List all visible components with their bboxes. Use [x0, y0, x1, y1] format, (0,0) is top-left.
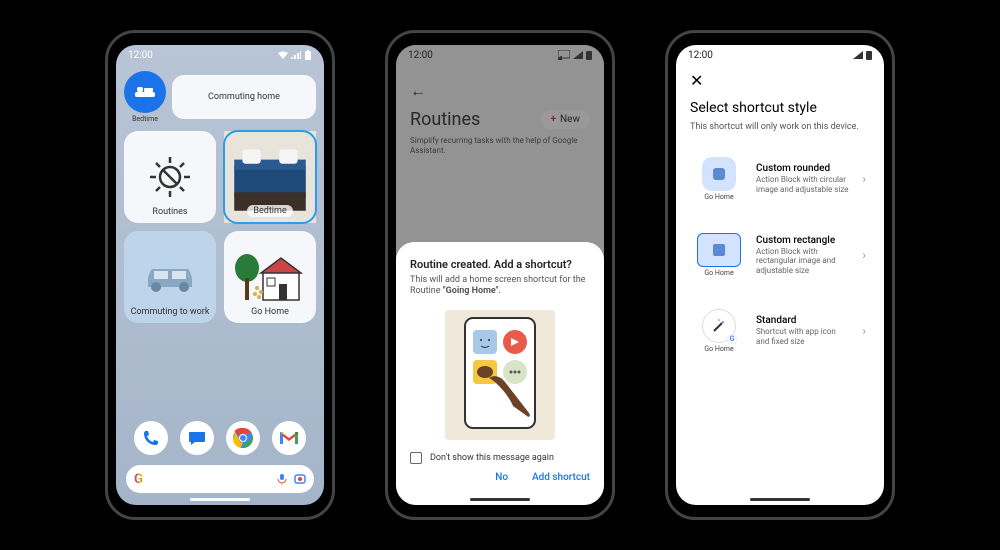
go-home-label: Go Home	[251, 307, 289, 317]
chevron-right-icon: ›	[862, 324, 866, 338]
chevron-right-icon: ›	[862, 172, 866, 186]
lens-icon[interactable]	[294, 473, 306, 485]
commuting-home-widget[interactable]: Commuting home	[172, 75, 316, 119]
top-row: Bedtime Commuting home	[116, 71, 324, 123]
commuting-work-widget[interactable]: Commuting to work	[124, 231, 216, 323]
dialog-scrim[interactable]: Routine created. Add a shortcut? This wi…	[396, 45, 604, 505]
chrome-app-icon[interactable]	[226, 421, 260, 455]
phone-routines-dialog: 12:00 ← Routines + New Simplify recurrin…	[385, 30, 615, 520]
option-title: Custom rounded	[756, 163, 850, 174]
home-screen: 12:00 Bedtime Commuting home Routines	[116, 45, 324, 505]
bedtime-widget[interactable]: Bedtime	[224, 131, 316, 223]
option-title: Custom rectangle	[756, 235, 850, 246]
rounded-preview-icon	[713, 168, 725, 180]
status-time: 12:00	[688, 50, 713, 61]
option-title: Standard	[756, 315, 850, 326]
routines-widget[interactable]: Routines	[124, 131, 216, 223]
select-style-screen: 12:00 ✕ Select shortcut style This short…	[676, 45, 884, 505]
car-icon	[140, 257, 200, 297]
bedtime-shortcut[interactable]: Bedtime	[124, 71, 166, 123]
bed-icon	[135, 84, 155, 100]
signal-icon	[573, 51, 583, 59]
dialog-title: Routine created. Add a shortcut?	[410, 258, 590, 271]
routines-label: Routines	[152, 207, 187, 217]
search-bar[interactable]: G	[126, 465, 314, 493]
status-bar: 12:00	[116, 45, 324, 65]
status-icons	[853, 50, 872, 60]
dock	[116, 415, 324, 461]
chevron-right-icon: ›	[862, 248, 866, 262]
routines-sun-icon	[145, 152, 195, 202]
google-logo-icon: G	[134, 472, 143, 487]
add-shortcut-button[interactable]: Add shortcut	[532, 472, 590, 483]
battery-icon	[304, 50, 312, 60]
preview-label: Go Home	[704, 193, 733, 201]
status-time: 12:00	[408, 50, 433, 61]
checkbox-icon	[410, 452, 422, 464]
preview-label: Go Home	[704, 345, 733, 353]
dont-show-checkbox[interactable]: Don't show this message again	[410, 452, 590, 464]
option-standard[interactable]: G Go Home Standard Shortcut with app ico…	[690, 300, 870, 362]
no-button[interactable]: No	[495, 472, 508, 483]
commuting-home-label: Commuting home	[208, 92, 280, 102]
status-bar: 12:00	[676, 45, 884, 65]
status-bar: 12:00	[396, 45, 604, 65]
status-icons	[278, 50, 312, 60]
nav-handle[interactable]	[190, 498, 250, 501]
close-button[interactable]: ✕	[690, 71, 870, 90]
preview-label: Go Home	[704, 269, 733, 277]
rect-preview-icon	[713, 244, 725, 256]
mic-icon[interactable]	[276, 473, 288, 485]
phone-home-screen: 12:00 Bedtime Commuting home Routines	[105, 30, 335, 520]
messages-app-icon[interactable]	[180, 421, 214, 455]
page-title: Select shortcut style	[690, 100, 870, 116]
go-home-widget[interactable]: Go Home	[224, 231, 316, 323]
bedtime-widget-label: Bedtime	[247, 205, 292, 217]
option-desc: Shortcut with app icon and fixed size	[756, 327, 850, 346]
signal-icon	[291, 51, 301, 59]
option-desc: Action Block with rectangular image and …	[756, 247, 850, 276]
battery-icon	[866, 50, 872, 60]
status-icons	[558, 50, 592, 60]
wifi-icon	[278, 51, 288, 59]
commuting-work-label: Commuting to work	[131, 307, 210, 317]
page-subtitle: This shortcut will only work on this dev…	[690, 122, 870, 132]
routines-screen: 12:00 ← Routines + New Simplify recurrin…	[396, 45, 604, 505]
option-desc: Action Block with circular image and adj…	[756, 175, 850, 194]
house-illustration	[235, 250, 305, 305]
phone-app-icon[interactable]	[134, 421, 168, 455]
option-custom-rounded[interactable]: Go Home Custom rounded Action Block with…	[690, 148, 870, 210]
option-custom-rectangle[interactable]: Go Home Custom rectangle Action Block wi…	[690, 224, 870, 286]
widget-grid: Routines Bedtime Commuting to work Go Ho…	[116, 123, 324, 331]
phone-select-style: 12:00 ✕ Select shortcut style This short…	[665, 30, 895, 520]
dialog-illustration	[445, 310, 555, 440]
status-time: 12:00	[128, 50, 153, 61]
shortcut-dialog: Routine created. Add a shortcut? This wi…	[396, 242, 604, 505]
nav-handle[interactable]	[470, 498, 530, 501]
wand-icon	[711, 318, 727, 334]
bedtime-label: Bedtime	[124, 115, 166, 123]
dialog-body: This will add a home screen shortcut for…	[410, 275, 590, 298]
signal-icon	[853, 51, 863, 59]
nav-handle[interactable]	[750, 498, 810, 501]
gmail-app-icon[interactable]	[272, 421, 306, 455]
checkbox-label: Don't show this message again	[430, 453, 554, 463]
battery-icon	[586, 50, 592, 60]
cast-icon	[558, 50, 570, 60]
